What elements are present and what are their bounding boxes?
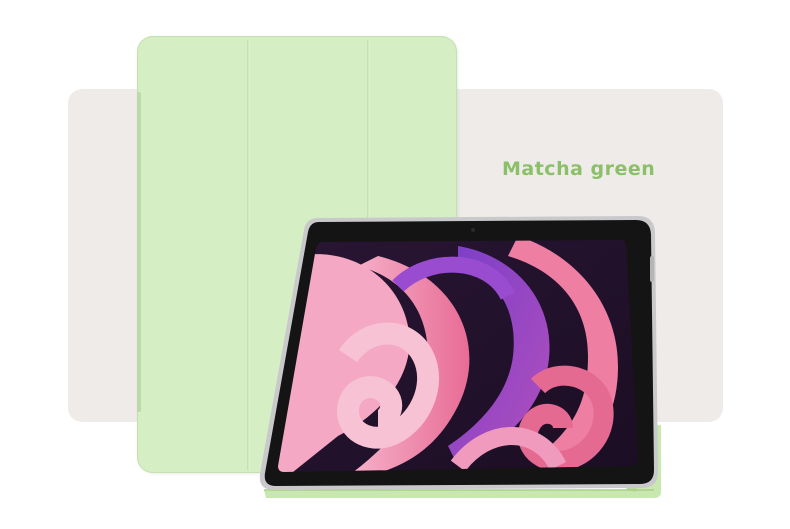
case-fold-line-1 [247,40,250,470]
tablet-icon [259,216,658,490]
color-name-label: Matcha green [502,158,656,180]
case-spine-edge [137,92,141,412]
wallpaper-icon [278,240,638,472]
